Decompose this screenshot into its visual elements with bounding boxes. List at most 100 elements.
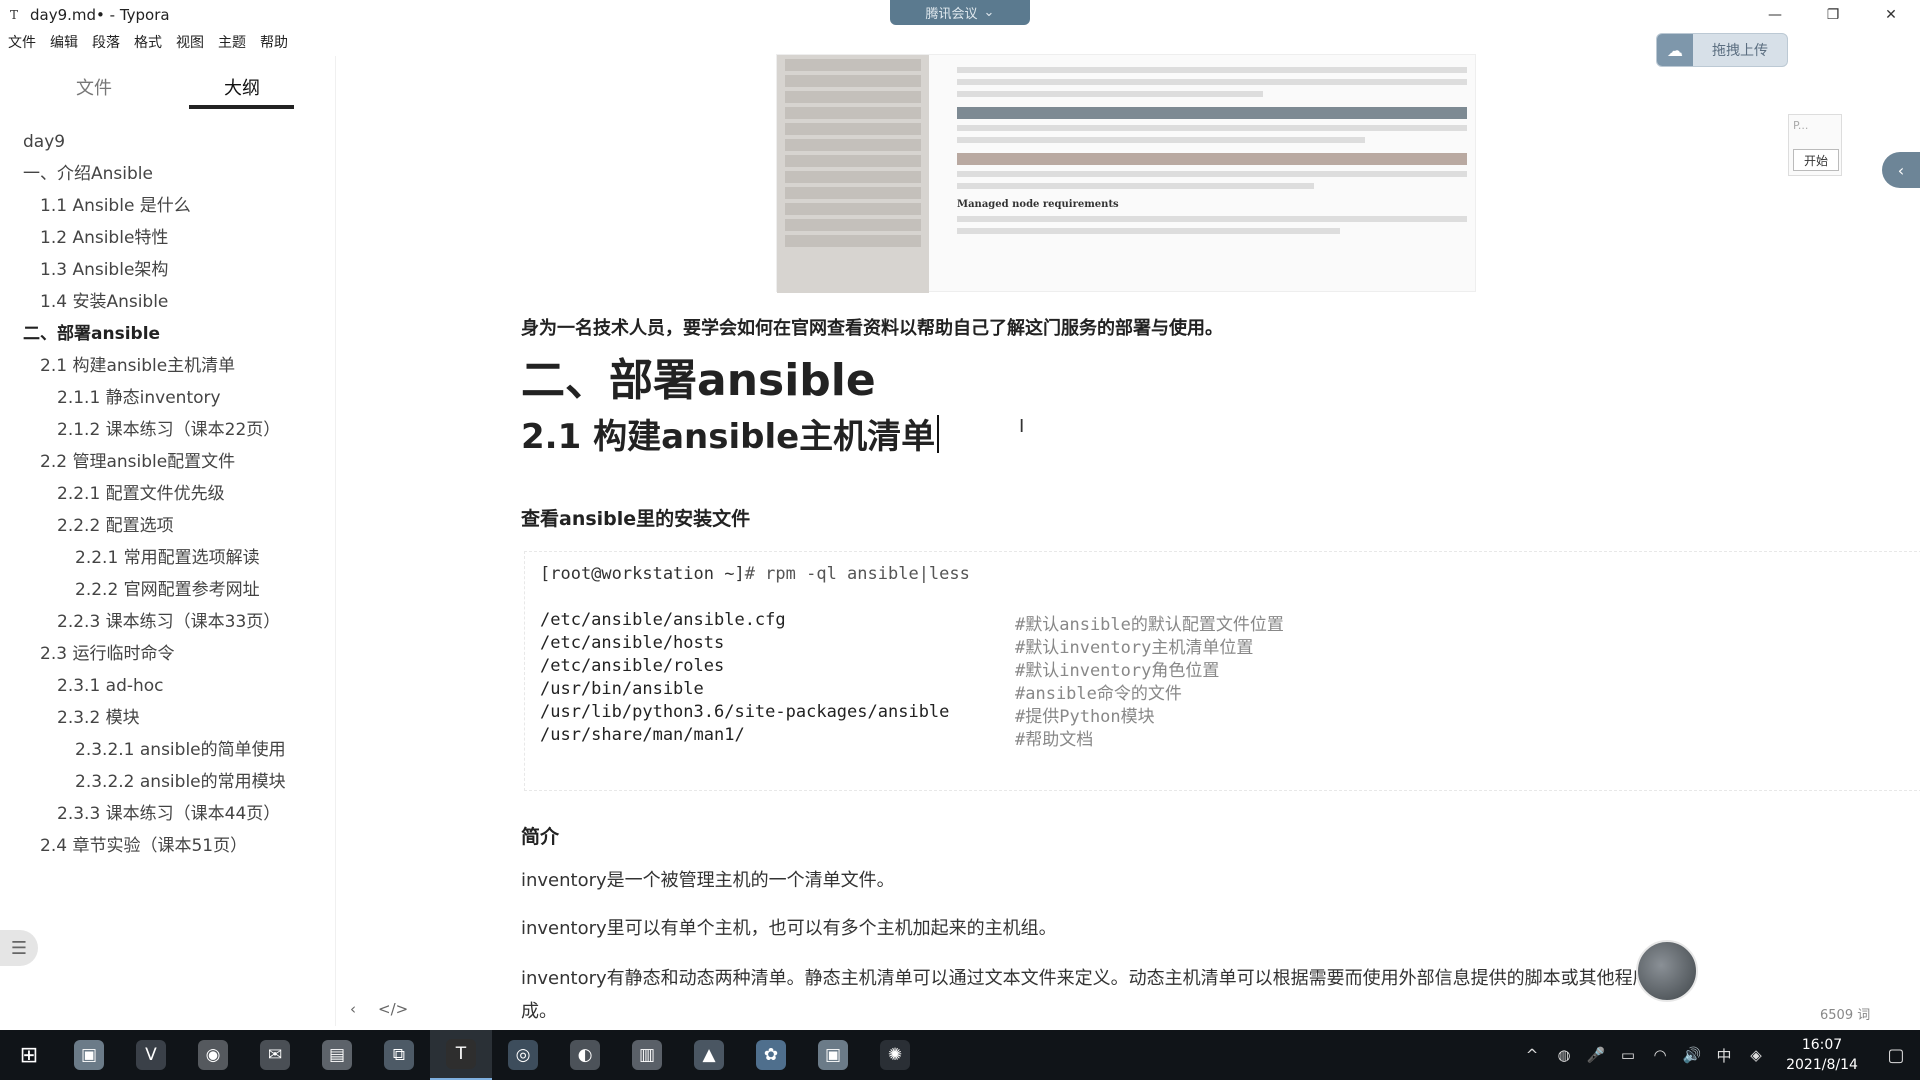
outline-item[interactable]: 2.2.1 配置文件优先级: [6, 478, 335, 510]
app-other-icon: ✺: [880, 1040, 910, 1070]
menu-file[interactable]: 文件: [8, 32, 36, 52]
outline-item[interactable]: 2.3.2.1 ansible的简单使用: [6, 734, 335, 766]
embed-nav: [777, 55, 929, 293]
outline-item[interactable]: 2.3.2 模块: [6, 702, 335, 734]
cloud-upload-icon: ☁: [1657, 34, 1693, 66]
code-row: /etc/ansible/roles #默认inventory角色位置: [540, 656, 1284, 681]
outline-item[interactable]: 2.3.3 课本练习（课本44页）: [6, 798, 335, 830]
source-code-toggle-icon[interactable]: </>: [378, 1000, 408, 1018]
code-row: /usr/lib/python3.6/site-packages/ansible…: [540, 702, 1284, 727]
outline-item[interactable]: 2.1.1 静态inventory: [6, 382, 335, 414]
outline-item[interactable]: 2.2.3 课本练习（课本33页）: [6, 606, 335, 638]
code-path: /etc/ansible/ansible.cfg: [540, 610, 786, 630]
outline-item[interactable]: 2.1.2 课本练习（课本22页）: [6, 414, 335, 446]
code-block[interactable]: [root@workstation ~]# rpm -ql ansible|le…: [524, 551, 1920, 791]
back-icon[interactable]: ‹: [350, 1000, 356, 1018]
windows-start-icon[interactable]: ⊞: [0, 1030, 58, 1080]
menu-help[interactable]: 帮助: [260, 32, 288, 52]
menu-view[interactable]: 视图: [176, 32, 204, 52]
code-comment: #默认inventory角色位置: [1015, 661, 1220, 681]
heading-2-text: 2.1 构建ansible主机清单: [521, 417, 936, 457]
tray-icon[interactable]: ▭: [1612, 1030, 1644, 1080]
menu-theme[interactable]: 主题: [218, 32, 246, 52]
menu-paragraph[interactable]: 段落: [92, 32, 120, 52]
outline-item[interactable]: 2.3 运行临时命令: [6, 638, 335, 670]
menu-format[interactable]: 格式: [134, 32, 162, 52]
outline-item[interactable]: 1.4 安装Ansible: [6, 286, 335, 318]
embedded-screenshot: Managed node requirements: [776, 54, 1476, 293]
outline-item[interactable]: 2.2.2 配置选项: [6, 510, 335, 542]
taskbar-app-photo[interactable]: ▣: [58, 1030, 120, 1080]
typora-app-icon: T: [9, 8, 18, 22]
paragraph-3: inventory有静态和动态两种清单。静态主机清单可以通过文本文件来定义。动态…: [521, 968, 1687, 1022]
close-button[interactable]: ✕: [1862, 0, 1920, 30]
edge-collapse-icon[interactable]: ‹: [1882, 152, 1920, 188]
tab-files[interactable]: 文件: [76, 74, 112, 100]
upload-label: 拖拽上传: [1712, 43, 1768, 59]
tray-icon[interactable]: ◍: [1548, 1030, 1580, 1080]
tray-icon[interactable]: ◠: [1644, 1030, 1676, 1080]
taskbar-app-wechat[interactable]: ✉: [244, 1030, 306, 1080]
sidebar-toggle-icon[interactable]: ☰: [0, 930, 38, 966]
outline-list: day9 一、介绍Ansible 1.1 Ansible 是什么 1.2 Ansibl…: [6, 126, 335, 862]
taskbar-app-notes[interactable]: ▥: [616, 1030, 678, 1080]
embed-text: Managed node requirements: [957, 67, 1467, 240]
embed-warning-bar: [957, 153, 1467, 165]
word-count[interactable]: 6509 词: [1820, 1004, 1870, 1023]
outline-item[interactable]: 一、介绍Ansible: [6, 158, 335, 190]
outline-item[interactable]: 2.4 章节实验（课本51页）: [6, 830, 335, 862]
tray-icon[interactable]: 🔊: [1676, 1030, 1708, 1080]
tray-icon[interactable]: ◈: [1740, 1030, 1772, 1080]
taskbar-app-typora[interactable]: T: [430, 1030, 492, 1080]
editor[interactable]: Managed node requirements 身为一名技术人员，要学会如何…: [336, 54, 1920, 1030]
code-command: # rpm -ql ansible|less: [744, 564, 970, 584]
clock[interactable]: 16:07 2021/8/14: [1772, 1035, 1872, 1075]
mini-placeholder: P...: [1793, 119, 1809, 132]
taskbar-app-netease[interactable]: ◐: [554, 1030, 616, 1080]
taskbar-app-image[interactable]: ▲: [678, 1030, 740, 1080]
app-photo2-icon: ▣: [818, 1040, 848, 1070]
upload-button[interactable]: ☁ 拖拽上传: [1656, 33, 1788, 67]
start-button[interactable]: 开始: [1793, 149, 1839, 171]
editor-footer: ‹ </>: [350, 1000, 408, 1018]
heading-1: 二、部署ansible: [521, 355, 876, 406]
taskbar-app-meeting[interactable]: ✿: [740, 1030, 802, 1080]
taskbar-app-vm[interactable]: ⧉: [368, 1030, 430, 1080]
outline-item[interactable]: 1.1 Ansible 是什么: [6, 190, 335, 222]
outline-item[interactable]: 2.2 管理ansible配置文件: [6, 446, 335, 478]
notification-icon[interactable]: ▢: [1872, 1030, 1920, 1080]
tray-icon[interactable]: 中: [1708, 1030, 1740, 1080]
outline-item[interactable]: 2.2.1 常用配置选项解读: [6, 542, 335, 574]
outline-item[interactable]: day9: [6, 126, 335, 158]
tray-icons: ^ ◍ 🎤 ▭ ◠ 🔊 中 ◈: [1516, 1030, 1772, 1080]
outline-item[interactable]: 1.3 Ansible架构: [6, 254, 335, 286]
app-photo-icon: ▣: [74, 1040, 104, 1070]
maximize-button[interactable]: ❐: [1804, 0, 1862, 30]
taskbar-app-photo2[interactable]: ▣: [802, 1030, 864, 1080]
code-comment: #默认inventory主机清单位置: [1015, 638, 1254, 658]
outline-item[interactable]: 2.2.2 官网配置参考网址: [6, 574, 335, 606]
outline-item[interactable]: 二、部署ansible: [6, 318, 335, 350]
taskbar-app-other[interactable]: ✺: [864, 1030, 926, 1080]
minimize-button[interactable]: —: [1746, 0, 1804, 30]
taskbar-app-vivaldi[interactable]: V: [120, 1030, 182, 1080]
code-path: /usr/share/man/man1/: [540, 725, 745, 745]
meeting-tab[interactable]: 腾讯会议 ⌄: [890, 0, 1030, 25]
app-typora-icon: T: [446, 1039, 476, 1069]
menu-edit[interactable]: 编辑: [50, 32, 78, 52]
outline-item[interactable]: 2.1 构建ansible主机清单: [6, 350, 335, 382]
tray-icon[interactable]: 🎤: [1580, 1030, 1612, 1080]
outline-item[interactable]: 2.3.2.2 ansible的常用模块: [6, 766, 335, 798]
camera-avatar[interactable]: [1636, 940, 1698, 1002]
tray-icon[interactable]: ^: [1516, 1030, 1548, 1080]
taskbar-app-chrome[interactable]: ◉: [182, 1030, 244, 1080]
outline-item[interactable]: 1.2 Ansible特性: [6, 222, 335, 254]
taskbar-app-explorer[interactable]: ▤: [306, 1030, 368, 1080]
outline-item[interactable]: 2.3.1 ad-hoc: [6, 670, 335, 702]
taskbar-app-terminal[interactable]: ◎: [492, 1030, 554, 1080]
window-controls: — ❐ ✕: [1746, 0, 1920, 30]
code-row: /etc/ansible/hosts #默认inventory主机清单位置: [540, 633, 1284, 658]
code-path: /etc/ansible/hosts: [540, 633, 725, 653]
tab-outline[interactable]: 大纲: [224, 74, 260, 100]
code-path: /usr/lib/python3.6/site-packages/ansible: [540, 702, 950, 722]
